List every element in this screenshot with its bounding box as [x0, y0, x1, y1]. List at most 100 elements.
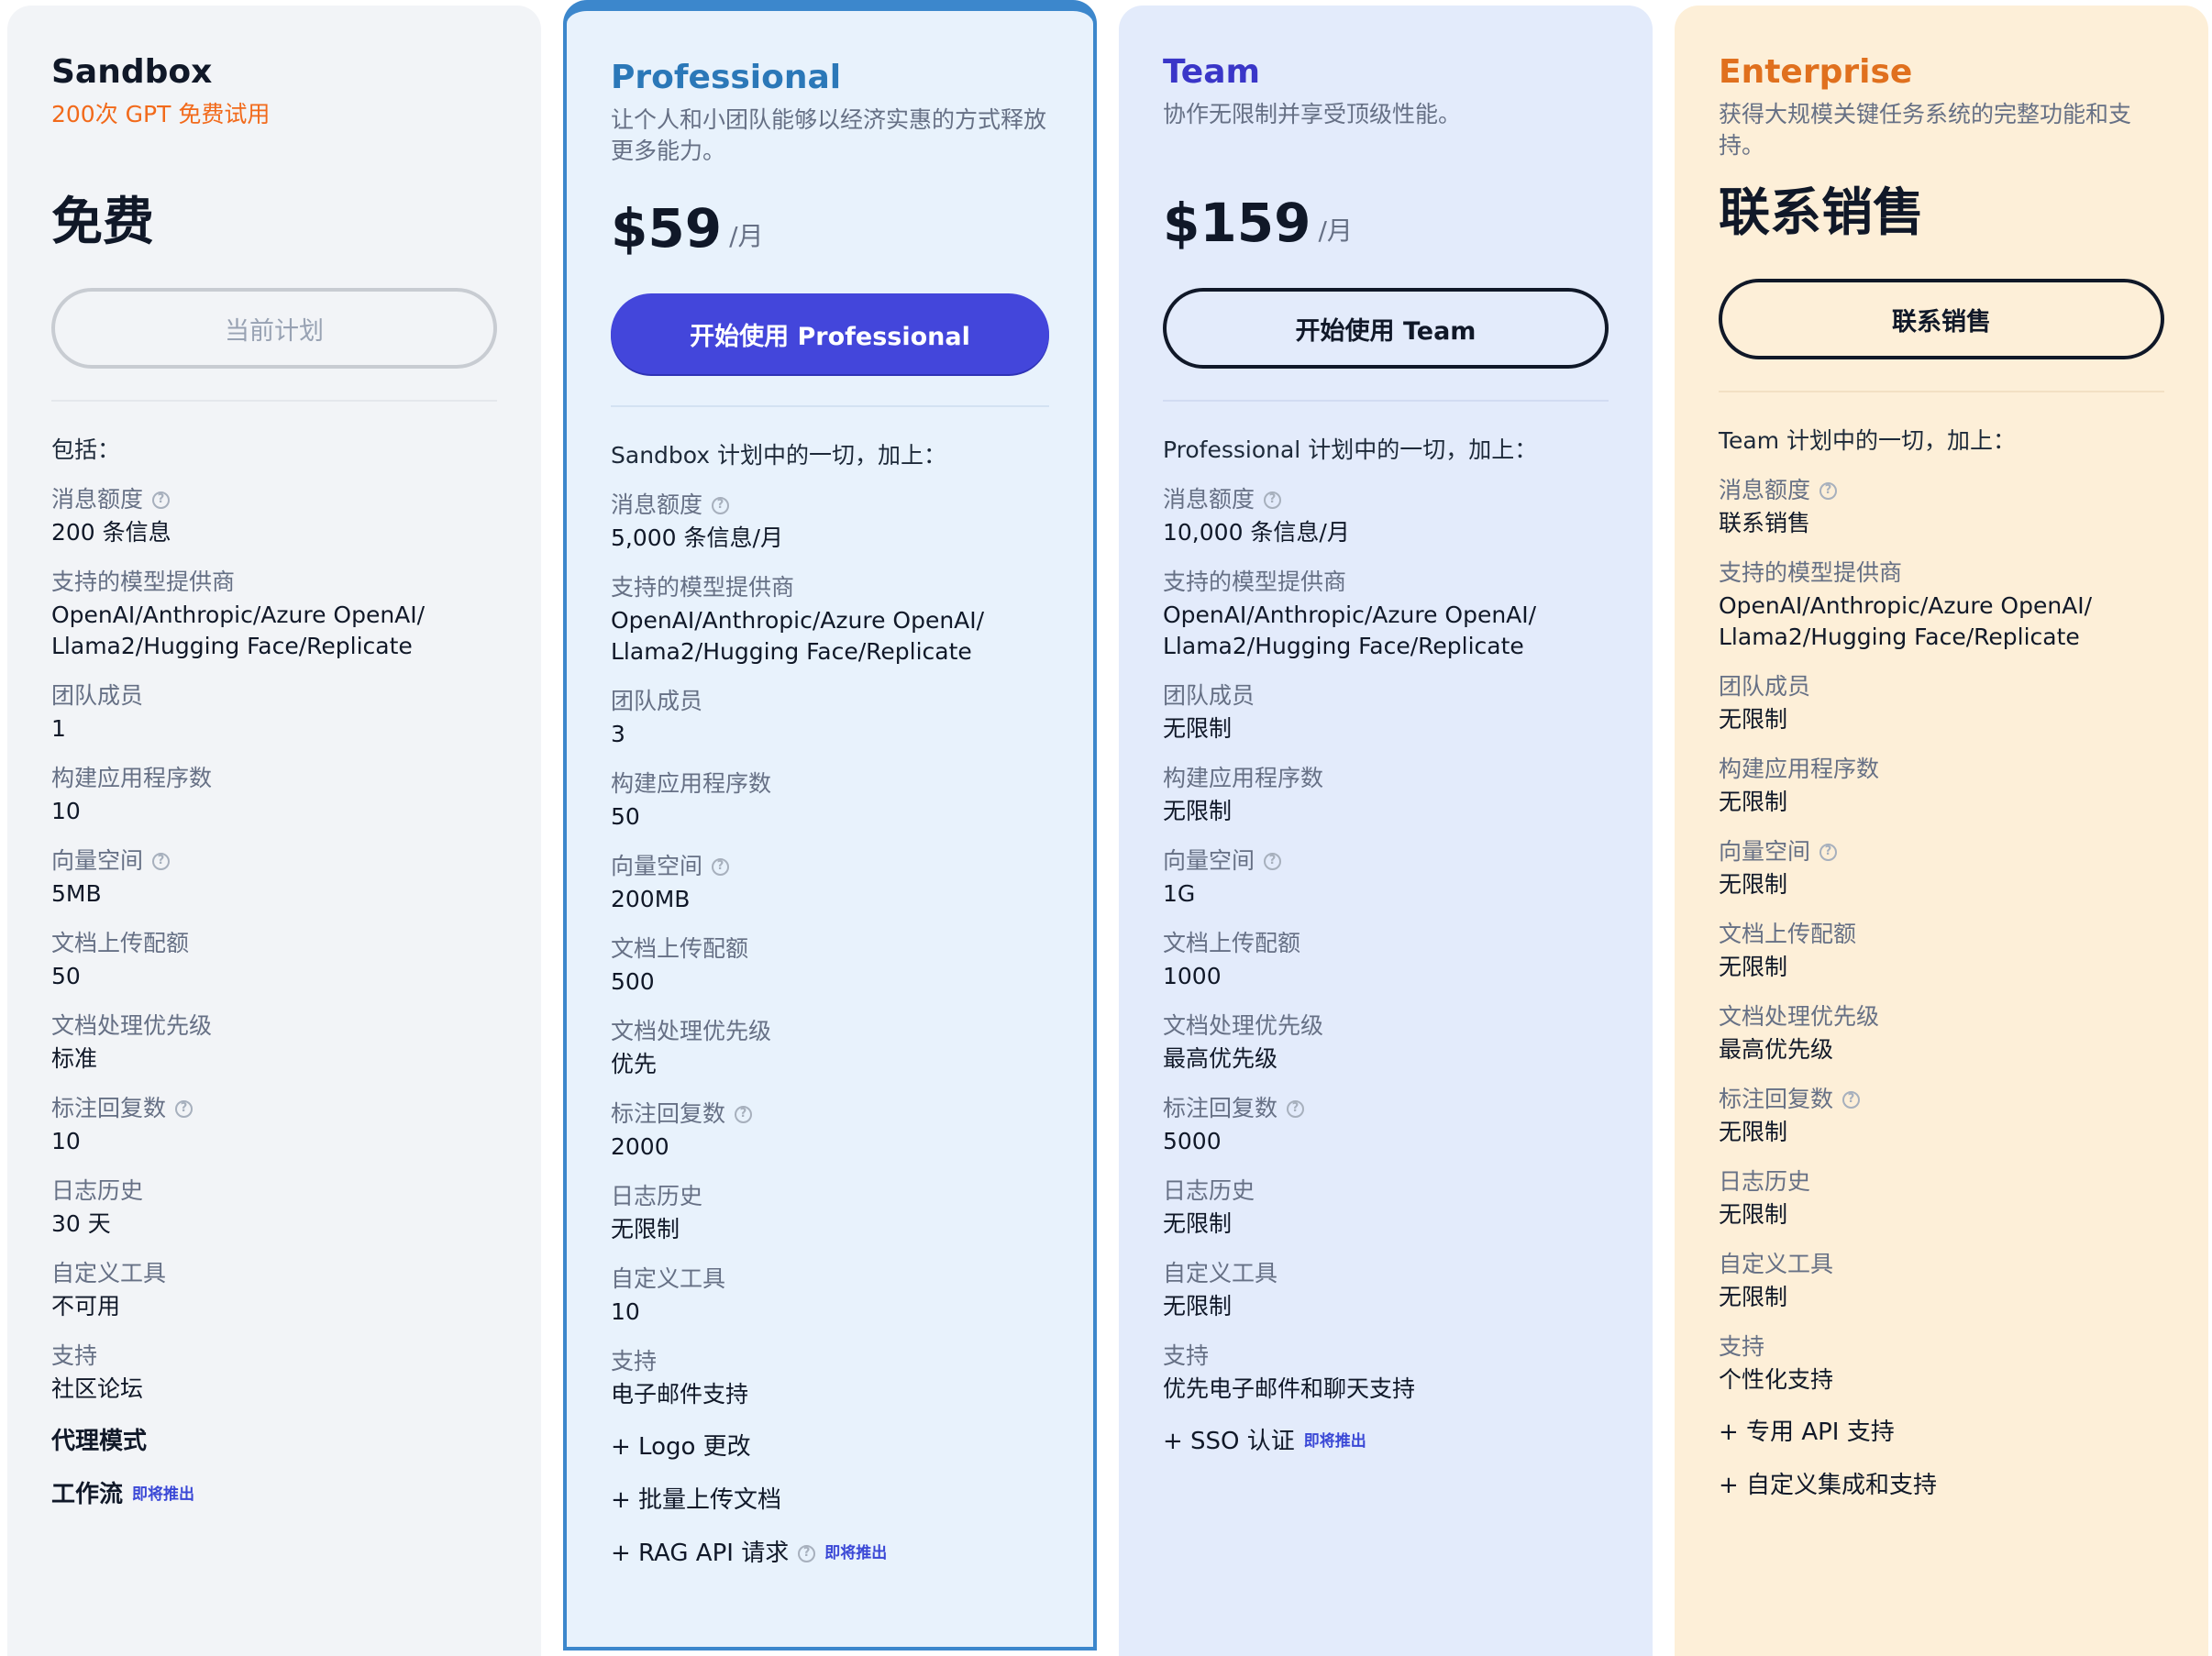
- feature-value: 优先电子邮件和聊天支持: [1163, 1375, 1416, 1402]
- feature-item: 支持的模型提供商 OpenAI/Anthropic/Azure OpenAI/ L…: [51, 567, 497, 662]
- feature-label-text: 支持的模型提供商: [1163, 569, 1347, 595]
- feature-item: 支持的模型提供商 OpenAI/Anthropic/Azure OpenAI/ L…: [611, 572, 1049, 668]
- feature-label-text: 文档上传配额: [51, 930, 190, 956]
- feature-label: 消息额度?: [51, 484, 497, 515]
- feature-label-text: 支持: [1719, 1333, 1765, 1360]
- help-circle-icon[interactable]: ?: [1842, 1090, 1861, 1109]
- feature-item: 标注回复数? 2000: [611, 1098, 1049, 1163]
- contact-sales-button[interactable]: 联系销售: [1719, 279, 2164, 359]
- feature-value: 无限制: [1719, 706, 1788, 733]
- feature-value: 无限制: [1163, 715, 1233, 742]
- feature-value: 不可用: [51, 1293, 121, 1319]
- help-circle-icon[interactable]: ?: [1819, 481, 1838, 500]
- start-team-button[interactable]: 开始使用 Team: [1163, 288, 1609, 369]
- plan-subtitle: 让个人和小团队能够以经济实惠的方式释放更多能力。: [611, 106, 1047, 164]
- feature-item: 文档处理优先级 最高优先级: [1719, 1001, 2164, 1065]
- feature-label-text: 文档上传配额: [1163, 930, 1301, 956]
- feature-label: 向量空间?: [1719, 836, 2164, 867]
- feature-item: 日志历史 无限制: [611, 1181, 1049, 1245]
- feature-label-text: 自定义工具: [1719, 1251, 1834, 1277]
- feature-item: 文档上传配额 50: [51, 928, 497, 992]
- help-circle-icon[interactable]: ?: [1287, 1099, 1305, 1118]
- feature-label-text: 团队成员: [1719, 673, 1811, 700]
- help-circle-icon[interactable]: ?: [1819, 843, 1838, 861]
- feature-label-text: 支持的模型提供商: [51, 569, 236, 595]
- feature-value: 无限制: [1719, 1284, 1788, 1310]
- feature-item: 构建应用程序数 10: [51, 763, 497, 827]
- feature-item: 消息额度? 联系销售: [1719, 475, 2164, 539]
- feature-value: 个性化支持: [1719, 1366, 1834, 1393]
- feature-label: 自定义工具: [611, 1264, 1049, 1295]
- help-circle-icon[interactable]: ?: [712, 857, 730, 876]
- price-amount: $59: [611, 197, 723, 259]
- feature-label-text: 构建应用程序数: [1163, 765, 1324, 791]
- feature-label-text: 支持: [611, 1348, 658, 1374]
- feature-item: 文档处理优先级 标准: [51, 1010, 497, 1075]
- feature-item: 文档上传配额 无限制: [1719, 919, 2164, 983]
- start-professional-button[interactable]: 开始使用 Professional: [611, 293, 1049, 374]
- extras-list: 代理模式工作流 即将推出: [51, 1425, 497, 1511]
- extra-feature-text: + SSO 认证: [1163, 1428, 1295, 1455]
- feature-value: 无限制: [1719, 954, 1788, 980]
- feature-value: 50: [611, 803, 640, 830]
- feature-label: 支持的模型提供商: [51, 567, 497, 598]
- help-circle-icon[interactable]: ?: [175, 1099, 194, 1118]
- feature-item: 自定义工具 10: [611, 1264, 1049, 1328]
- extra-feature-text: 代理模式: [51, 1428, 148, 1455]
- feature-label-text: 文档处理优先级: [611, 1018, 772, 1044]
- feature-label: 支持的模型提供商: [1719, 558, 2164, 589]
- feature-label: 文档处理优先级: [611, 1016, 1049, 1047]
- feature-label-text: 文档处理优先级: [1719, 1003, 1880, 1030]
- divider: [1719, 391, 2164, 392]
- feature-label: 自定义工具: [1719, 1249, 2164, 1280]
- help-circle-icon[interactable]: ?: [1264, 491, 1282, 509]
- current-plan-button[interactable]: 当前计划: [51, 288, 497, 369]
- includes-heading: 包括：: [51, 436, 121, 463]
- help-circle-icon[interactable]: ?: [798, 1544, 816, 1562]
- feature-list: 消息额度? 200 条信息 支持的模型提供商 OpenAI/Anthropic/Azu…: [51, 484, 497, 1405]
- price-label: 联系销售: [1719, 183, 1924, 243]
- divider: [611, 405, 1049, 407]
- feature-item: 向量空间? 200MB: [611, 851, 1049, 915]
- feature-label: 文档上传配额: [1163, 928, 1609, 959]
- feature-list: 消息额度? 联系销售支持的模型提供商 OpenAI/Anthropic/Azure …: [1719, 475, 2164, 1396]
- feature-label-text: 标注回复数: [1719, 1086, 1834, 1112]
- help-circle-icon[interactable]: ?: [152, 852, 171, 870]
- feature-item: 支持 个性化支持: [1719, 1331, 2164, 1396]
- feature-value: OpenAI/Anthropic/Azure OpenAI/ Llama2/Hu…: [611, 607, 985, 665]
- extra-feature: + SSO 认证 即将推出: [1163, 1425, 1609, 1458]
- includes-heading: Team 计划中的一切，加上：: [1719, 427, 2017, 454]
- feature-label-text: 消息额度: [51, 486, 144, 513]
- feature-item: 日志历史 无限制: [1163, 1176, 1609, 1240]
- price-unit: /月: [729, 221, 764, 251]
- feature-item: 标注回复数? 10: [51, 1093, 497, 1157]
- feature-label-text: 向量空间: [1163, 847, 1255, 874]
- divider: [1163, 400, 1609, 402]
- feature-value: OpenAI/Anthropic/Azure OpenAI/ Llama2/Hu…: [1719, 592, 2093, 650]
- feature-value: 50: [51, 963, 81, 989]
- feature-item: 标注回复数? 5000: [1163, 1093, 1609, 1157]
- feature-label-text: 团队成员: [51, 682, 144, 709]
- coming-soon-badge: 即将推出: [132, 1485, 195, 1504]
- plan-price: $59 /月: [611, 169, 1049, 260]
- price-amount: $159: [1163, 192, 1311, 254]
- extra-feature-text: + Logo 更改: [611, 1433, 751, 1461]
- feature-label-text: 向量空间: [1719, 838, 1811, 865]
- feature-label-text: 构建应用程序数: [611, 770, 772, 797]
- feature-label: 文档处理优先级: [1719, 1001, 2164, 1032]
- coming-soon-badge: 即将推出: [824, 1544, 888, 1562]
- extra-feature-text: + RAG API 请求: [611, 1540, 790, 1567]
- help-circle-icon[interactable]: ?: [735, 1105, 753, 1123]
- help-circle-icon[interactable]: ?: [712, 496, 730, 514]
- help-circle-icon[interactable]: ?: [152, 491, 171, 509]
- help-circle-icon[interactable]: ?: [1264, 852, 1282, 870]
- feature-label-text: 支持的模型提供商: [1719, 559, 1903, 586]
- feature-label-text: 日志历史: [611, 1183, 703, 1209]
- feature-label: 构建应用程序数: [1163, 763, 1609, 794]
- feature-value: 无限制: [1719, 871, 1788, 898]
- feature-value: 10: [51, 798, 81, 824]
- feature-list: 消息额度? 10,000 条信息/月 支持的模型提供商 OpenAI/Anthropi…: [1163, 484, 1609, 1405]
- feature-value: 1G: [1163, 880, 1196, 907]
- extra-feature-text: 工作流: [51, 1481, 124, 1508]
- feature-value: 1000: [1163, 963, 1222, 989]
